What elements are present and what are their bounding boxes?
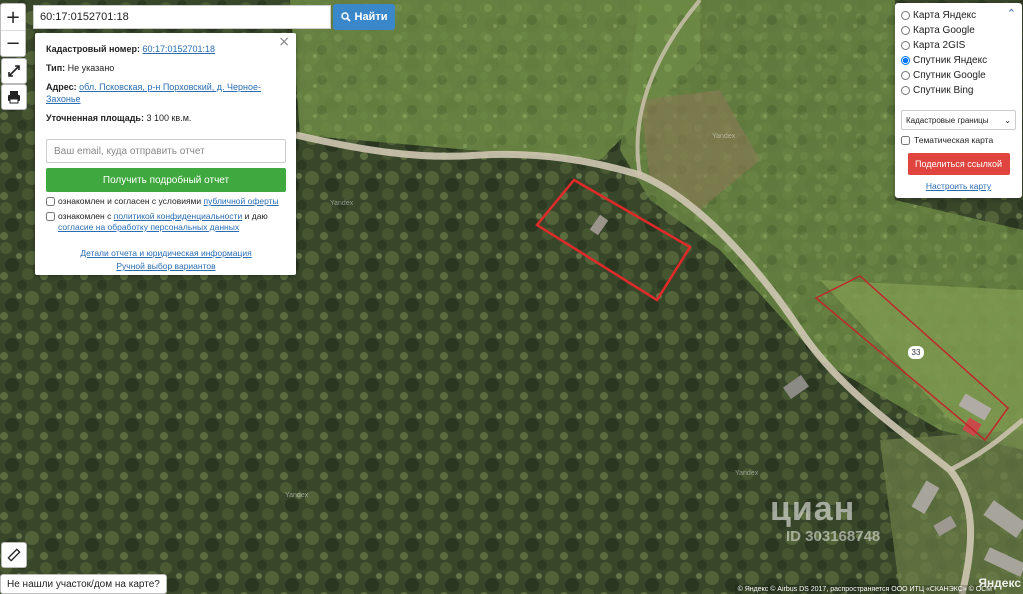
parcel-info-card: × Кадастровый номер: 60:17:0152701:18 Ти… <box>35 33 296 275</box>
cian-watermark: циан <box>770 490 856 528</box>
privacy-consent-row: ознакомлен с политикой конфиденциальност… <box>46 211 286 233</box>
cadastral-number-label: Кадастровый номер: <box>46 44 140 54</box>
offer-consent-text: ознакомлен и согласен с условиями <box>58 196 202 206</box>
layer-option-label: Карта 2GIS <box>913 40 966 51</box>
layer-option-label: Спутник Яндекс <box>913 55 988 66</box>
personal-data-link[interactable]: согласие на обработку персональных данны… <box>58 222 239 232</box>
type-value: Не указано <box>67 63 115 73</box>
privacy-consent-text-2: и даю <box>244 211 268 221</box>
public-offer-link[interactable]: публичной оферты <box>204 196 279 206</box>
zoom-out-button[interactable]: − <box>1 30 25 56</box>
address-row: Адрес: обл. Псковская, р-н Порховский, д… <box>46 81 286 105</box>
layer-option-yandex-map[interactable]: Карта Яндекс <box>901 8 1016 23</box>
map-watermark-label: Yandex <box>735 470 759 477</box>
yandex-logo: Яндекс <box>978 576 1021 590</box>
share-link-button[interactable]: Поделиться ссылкой <box>907 153 1010 175</box>
layer-radio[interactable] <box>901 41 910 50</box>
layer-option-label: Карта Яндекс <box>913 10 977 21</box>
ruler-button[interactable] <box>1 542 27 568</box>
get-report-button[interactable]: Получить подробный отчет <box>46 168 286 192</box>
printer-icon <box>8 91 20 104</box>
map-copyright: © Яндекс © Airbus DS 2017, распространяе… <box>734 585 995 594</box>
manual-selection-link[interactable]: Ручной выбор вариантов <box>116 261 215 271</box>
search-icon <box>340 12 351 22</box>
chevron-up-icon[interactable]: ⌃ <box>1007 7 1016 20</box>
layer-radio[interactable] <box>901 71 910 80</box>
layer-option-label: Спутник Bing <box>913 85 974 96</box>
layer-radio[interactable] <box>901 26 910 35</box>
address-link[interactable]: обл. Псковская, р-н Порховский, д. Черно… <box>46 82 261 104</box>
overlay-select[interactable]: Кадастровые границы ⌄ <box>901 110 1016 130</box>
fullscreen-button[interactable] <box>1 58 27 84</box>
zoom-controls: + − <box>0 3 26 57</box>
not-found-button[interactable]: Не нашли участок/дом на карте? <box>0 574 167 594</box>
layer-option-2gis-map[interactable]: Карта 2GIS <box>901 38 1016 53</box>
map-watermark-label: Yandex <box>330 200 354 207</box>
close-icon[interactable]: × <box>278 35 290 49</box>
address-label: Адрес: <box>46 82 77 92</box>
search-button[interactable]: Найти <box>333 4 395 30</box>
map-watermark-label: Yandex <box>712 133 736 140</box>
offer-consent-row: ознакомлен и согласен с условиями публич… <box>46 196 286 207</box>
area-label: Уточненная площадь: <box>46 113 144 123</box>
layer-option-label: Карта Google <box>913 25 975 36</box>
privacy-consent-text: ознакомлен с <box>58 211 112 221</box>
cadastral-number-row: Кадастровый номер: 60:17:0152701:18 <box>46 43 286 55</box>
overlay-select-value: Кадастровые границы <box>906 115 989 125</box>
expand-icon <box>8 65 20 77</box>
thematic-map-checkbox[interactable] <box>901 135 910 145</box>
search-button-label: Найти <box>354 11 388 23</box>
chevron-down-icon: ⌄ <box>1004 115 1011 125</box>
ruler-icon <box>7 548 21 562</box>
listing-id-watermark: ID 303168748 <box>786 528 881 545</box>
layer-option-bing-satellite[interactable]: Спутник Bing <box>901 83 1016 98</box>
map-watermark-label: Yandex <box>285 492 309 499</box>
privacy-policy-link[interactable]: политикой конфиденциальности <box>114 211 243 221</box>
cadastral-number-link[interactable]: 60:17:0152701:18 <box>142 44 215 54</box>
layer-option-label: Спутник Google <box>913 70 986 81</box>
configure-map-link[interactable]: Настроить карту <box>926 181 991 191</box>
house-number-label: 33 <box>908 346 924 359</box>
zoom-in-button[interactable]: + <box>1 4 25 30</box>
privacy-consent-checkbox[interactable] <box>46 212 55 221</box>
area-row: Уточненная площадь: 3 100 кв.м. <box>46 112 286 124</box>
layer-radio[interactable] <box>901 86 910 95</box>
layer-option-google-satellite[interactable]: Спутник Google <box>901 68 1016 83</box>
layer-option-yandex-satellite[interactable]: Спутник Яндекс <box>901 53 1016 68</box>
email-field[interactable] <box>46 139 286 163</box>
map-layers-panel: ⌃ Карта Яндекс Карта Google Карта 2GIS С… <box>895 3 1022 198</box>
layer-radio[interactable] <box>901 11 910 20</box>
thematic-map-label: Тематическая карта <box>914 135 994 145</box>
type-row: Тип: Не указано <box>46 62 286 74</box>
layer-option-google-map[interactable]: Карта Google <box>901 23 1016 38</box>
report-details-link[interactable]: Детали отчета и юридическая информация <box>80 248 251 258</box>
cadastral-search-input[interactable] <box>33 5 331 29</box>
thematic-map-toggle[interactable]: Тематическая карта <box>901 135 1016 145</box>
base-layer-options: Карта Яндекс Карта Google Карта 2GIS Спу… <box>901 8 1016 98</box>
area-value: 3 100 кв.м. <box>146 113 192 123</box>
layer-radio[interactable] <box>901 56 910 65</box>
print-button[interactable] <box>1 84 27 110</box>
type-label: Тип: <box>46 63 66 73</box>
offer-consent-checkbox[interactable] <box>46 197 55 206</box>
card-footer-links: Детали отчета и юридическая информация Р… <box>46 247 286 273</box>
